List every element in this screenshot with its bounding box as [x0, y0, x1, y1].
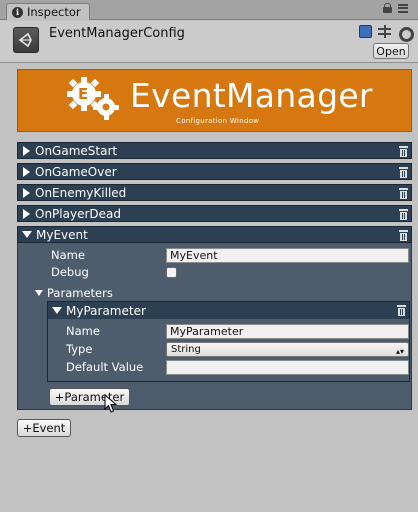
scriptable-object-icon: [13, 27, 39, 53]
param-name-label: Name: [66, 324, 100, 338]
tab-inspector[interactable]: i Inspector: [6, 3, 90, 20]
open-button[interactable]: Open: [373, 43, 409, 59]
param-type-label: Type: [66, 342, 93, 356]
trash-icon[interactable]: [399, 146, 408, 157]
expand-arrow-icon[interactable]: [23, 145, 30, 156]
parameters-foldout[interactable]: Parameters: [35, 286, 113, 300]
banner-title: EventManager: [130, 76, 373, 115]
event-name: OnGameStart: [35, 143, 118, 158]
expand-arrow-icon[interactable]: [23, 208, 30, 219]
svg-text:E: E: [78, 85, 88, 103]
presets-icon[interactable]: [378, 25, 391, 38]
collapse-arrow-icon[interactable]: [35, 290, 43, 296]
inspector-header: EventManagerConfig Open: [0, 21, 418, 63]
lock-icon[interactable]: [383, 3, 392, 13]
tab-controls: [383, 3, 408, 13]
event-name-field[interactable]: MyEvent: [166, 248, 409, 263]
event-row-onplayerdead[interactable]: OnPlayerDead: [17, 205, 412, 222]
trash-icon[interactable]: [397, 305, 406, 316]
parameter-name: MyParameter: [66, 303, 146, 318]
trash-icon[interactable]: [399, 230, 408, 241]
dropdown-arrows-icon: ▴▾: [395, 347, 404, 356]
event-manager-banner: E EventManager Configuration Window: [17, 69, 412, 132]
help-book-icon[interactable]: [359, 25, 372, 38]
expand-arrow-icon[interactable]: [23, 187, 30, 198]
header-icons: [359, 25, 414, 42]
trash-icon[interactable]: [399, 188, 408, 199]
expand-arrow-icon[interactable]: [23, 166, 30, 177]
event-row-ongamestart[interactable]: OnGameStart: [17, 142, 412, 159]
event-name: OnEnemyKilled: [35, 185, 127, 200]
mouse-cursor-icon: [104, 394, 118, 413]
tab-label: Inspector: [27, 5, 81, 19]
parameter-type-select[interactable]: String ▴▾: [166, 342, 409, 357]
trash-icon[interactable]: [399, 209, 408, 220]
collapse-arrow-icon[interactable]: [52, 307, 62, 314]
event-row-ongameover[interactable]: OnGameOver: [17, 163, 412, 180]
menu-icon[interactable]: [398, 3, 408, 13]
event-name: OnGameOver: [35, 164, 117, 179]
object-title: EventManagerConfig: [49, 26, 185, 41]
info-icon: i: [12, 6, 23, 18]
collapse-arrow-icon[interactable]: [22, 231, 32, 238]
tab-bar: i Inspector: [0, 0, 418, 20]
debug-checkbox[interactable]: [166, 267, 177, 278]
event-row-onenemykilled[interactable]: OnEnemyKilled: [17, 184, 412, 201]
param-default-label: Default Value: [66, 360, 144, 374]
parameters-label: Parameters: [47, 286, 113, 300]
selected-type: String: [171, 344, 201, 355]
event-row-myevent[interactable]: MyEvent: [17, 226, 412, 243]
event-name: OnPlayerDead: [35, 206, 121, 221]
name-label: Name: [51, 248, 85, 262]
banner-subtitle: Configuration Window: [176, 117, 260, 125]
trash-icon[interactable]: [399, 167, 408, 178]
parameter-name-field[interactable]: MyParameter: [166, 324, 409, 339]
gears-logo-icon: E: [67, 77, 119, 120]
default-value-field[interactable]: [166, 360, 409, 375]
parameter-header-myparameter[interactable]: MyParameter: [48, 302, 409, 319]
event-name: MyEvent: [36, 227, 88, 242]
debug-label: Debug: [51, 265, 89, 279]
add-event-button[interactable]: +Event: [17, 419, 71, 437]
gear-icon[interactable]: [397, 25, 414, 42]
